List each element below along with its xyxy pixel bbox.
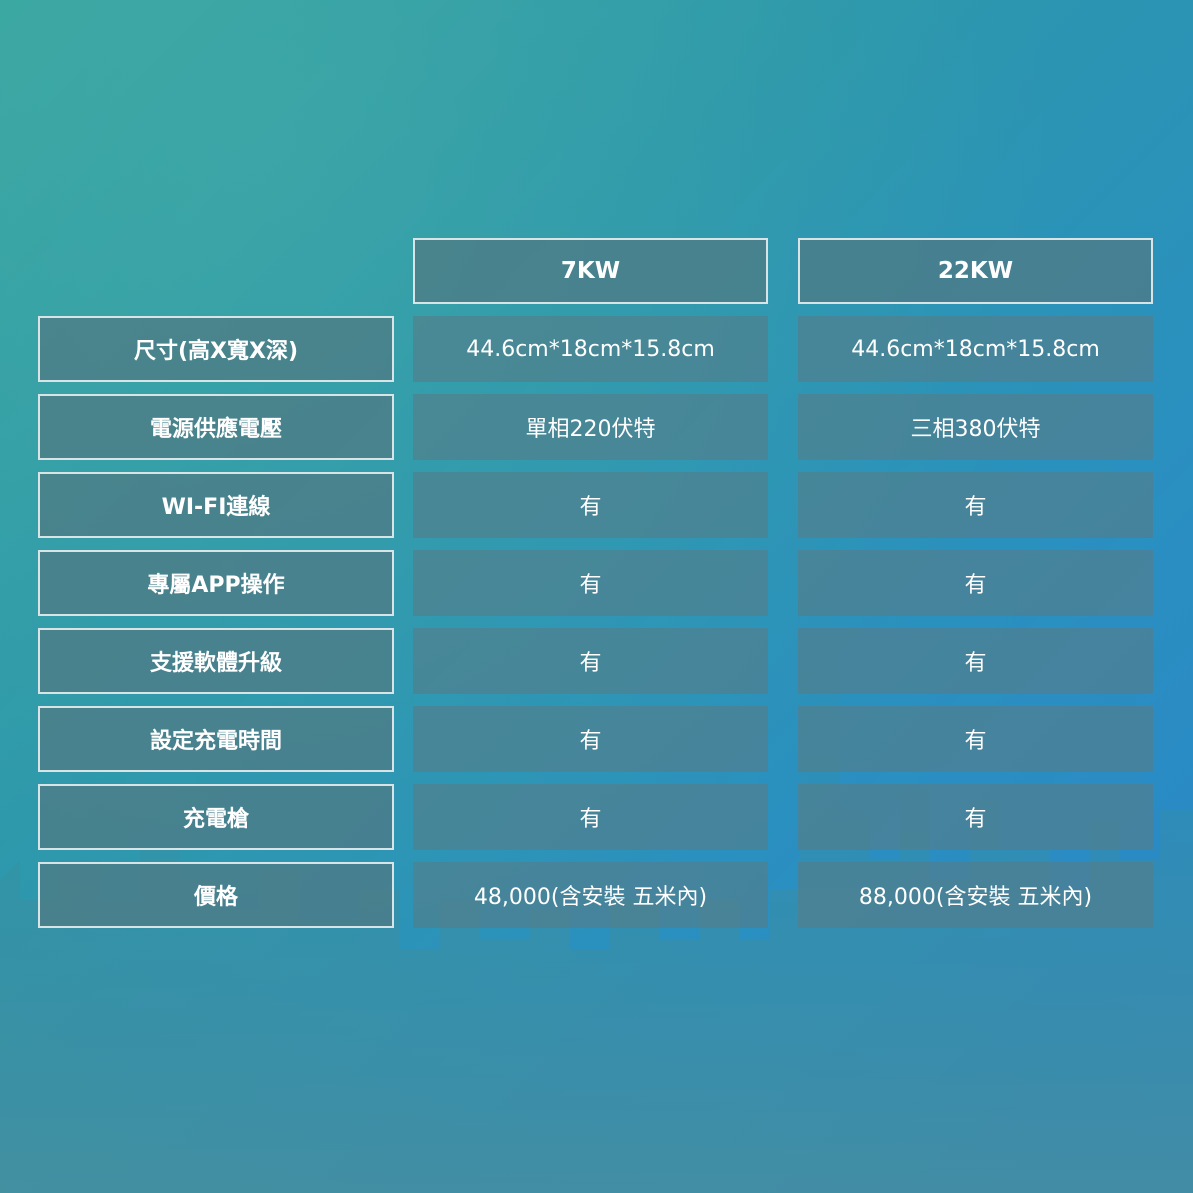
row-label-wifi: WI-FI連線 — [38, 472, 394, 538]
cell-gun-22kw: 有 — [798, 784, 1153, 850]
cell-upgrade-7kw: 有 — [413, 628, 768, 694]
cell-schedule-7kw: 有 — [413, 706, 768, 772]
cell-price-7kw: 48,000(含安裝 五米內) — [413, 862, 768, 928]
row-label-upgrade: 支援軟體升級 — [38, 628, 394, 694]
cell-app-7kw: 有 — [413, 550, 768, 616]
cell-voltage-7kw: 單相220伏特 — [413, 394, 768, 460]
cell-schedule-22kw: 有 — [798, 706, 1153, 772]
cell-wifi-22kw: 有 — [798, 472, 1153, 538]
cell-app-22kw: 有 — [798, 550, 1153, 616]
row-label-app: 專屬APP操作 — [38, 550, 394, 616]
cell-wifi-7kw: 有 — [413, 472, 768, 538]
cell-size-7kw: 44.6cm*18cm*15.8cm — [413, 316, 768, 382]
row-label-gun: 充電槍 — [38, 784, 394, 850]
cell-gun-7kw: 有 — [413, 784, 768, 850]
cell-voltage-22kw: 三相380伏特 — [798, 394, 1153, 460]
cell-price-22kw: 88,000(含安裝 五米內) — [798, 862, 1153, 928]
row-label-price: 價格 — [38, 862, 394, 928]
row-label-schedule: 設定充電時間 — [38, 706, 394, 772]
column-header-22kw: 22KW — [798, 238, 1153, 304]
row-label-voltage: 電源供應電壓 — [38, 394, 394, 460]
cell-size-22kw: 44.6cm*18cm*15.8cm — [798, 316, 1153, 382]
row-label-size: 尺寸(高X寬X深) — [38, 316, 394, 382]
cell-upgrade-22kw: 有 — [798, 628, 1153, 694]
column-header-7kw: 7KW — [413, 238, 768, 304]
